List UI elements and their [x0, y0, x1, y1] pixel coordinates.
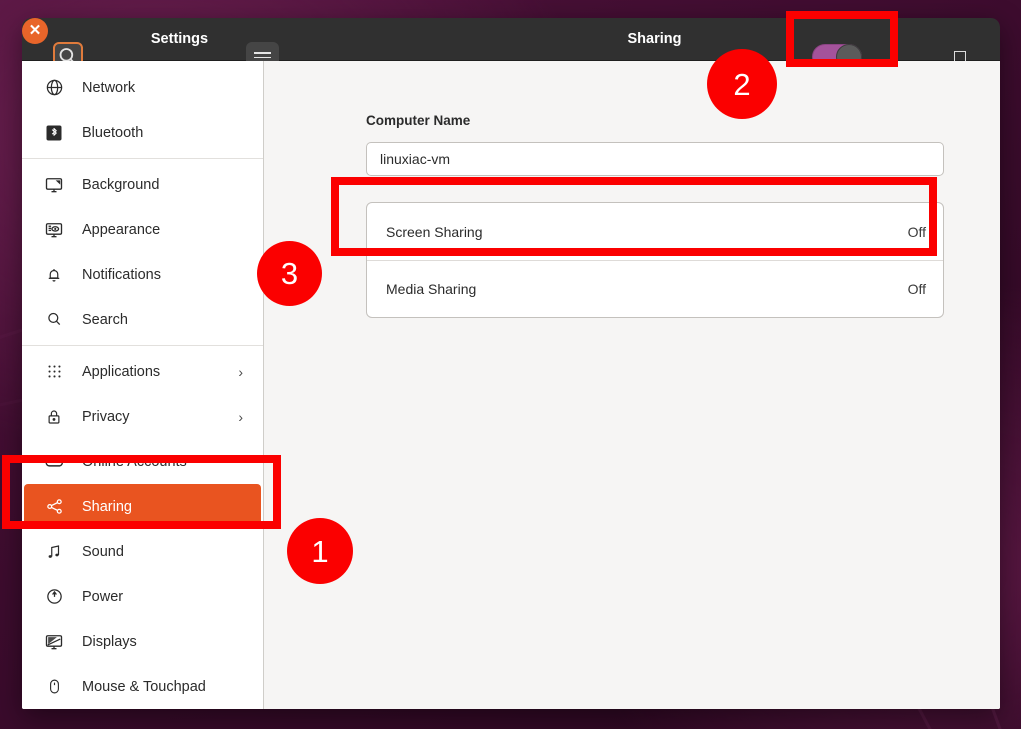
sidebar-item-displays[interactable]: Displays [24, 619, 261, 664]
monitor-icon [42, 173, 66, 197]
cloud-icon [42, 450, 66, 474]
sidebar-item-label: Sharing [82, 498, 132, 515]
annotation-badge-1: 1 [287, 518, 353, 584]
computer-name-input[interactable]: linuxiac-vm [366, 142, 944, 176]
sharing-options-list: Screen Sharing Off Media Sharing Off [366, 202, 944, 318]
window-body: Network Bluetooth Background Appearance … [22, 61, 1000, 709]
computer-name-label: Computer Name [366, 113, 471, 128]
bell-icon [42, 263, 66, 287]
close-icon: ✕ [28, 22, 42, 39]
screen-sharing-state: Off [907, 223, 926, 240]
sidebar-item-privacy[interactable]: Privacy › [24, 394, 261, 439]
lock-icon [42, 405, 66, 429]
sidebar-item-applications[interactable]: Applications › [24, 349, 261, 394]
bluetooth-icon [42, 121, 66, 145]
sidebar-item-sharing[interactable]: Sharing [24, 484, 261, 529]
annotation-badge-3: 3 [257, 241, 322, 306]
search-icon [42, 308, 66, 332]
screen-sharing-row[interactable]: Screen Sharing Off [367, 203, 943, 260]
sidebar-item-label: Privacy [82, 408, 130, 425]
screen-sharing-label: Screen Sharing [386, 223, 483, 240]
sidebar-item-online-accounts[interactable]: Online Accounts [24, 439, 261, 484]
sidebar-item-label: Notifications [82, 266, 161, 283]
sidebar-divider [22, 158, 263, 159]
sidebar-item-network[interactable]: Network [24, 65, 261, 110]
sidebar-item-label: Appearance [82, 221, 161, 238]
sidebar-item-label: Background [82, 176, 160, 193]
computer-name-value: linuxiac-vm [380, 151, 451, 167]
sharing-panel: Computer Name linuxiac-vm Screen Sharing… [265, 61, 1000, 709]
sidebar-item-label: Applications [82, 363, 161, 380]
chevron-right-icon: › [238, 408, 243, 425]
sidebar-divider [22, 345, 263, 346]
sidebar-item-label: Search [82, 311, 128, 328]
sidebar-item-label: Mouse & Touchpad [82, 678, 206, 695]
annotation-badge-2: 2 [707, 49, 777, 119]
sidebar-item-label: Displays [82, 633, 137, 650]
settings-sidebar: Network Bluetooth Background Appearance … [22, 61, 264, 709]
chevron-right-icon: › [238, 363, 243, 380]
page-title: Sharing [627, 31, 682, 47]
settings-window: Settings Sharing ✕ Network Bluetooth Bac… [22, 18, 1000, 709]
sidebar-item-label: Network [82, 79, 136, 96]
share-nodes-icon [42, 495, 66, 519]
sidebar-item-sound[interactable]: Sound [24, 529, 261, 574]
power-icon [42, 585, 66, 609]
globe-icon [42, 76, 66, 100]
sidebar-item-label: Online Accounts [82, 453, 187, 470]
sidebar-item-bluetooth[interactable]: Bluetooth [24, 110, 261, 155]
window-titlebar: Settings Sharing ✕ [22, 18, 1000, 72]
sidebar-item-search[interactable]: Search [24, 297, 261, 342]
grid-dots-icon [42, 360, 66, 384]
sidebar-item-mouse-touchpad[interactable]: Mouse & Touchpad [24, 664, 261, 709]
displays-icon [42, 630, 66, 654]
mouse-icon [42, 675, 66, 699]
sidebar-item-appearance[interactable]: Appearance [24, 207, 261, 252]
music-note-icon [42, 540, 66, 564]
appearance-icon [42, 218, 66, 242]
sidebar-item-background[interactable]: Background [24, 162, 261, 207]
sidebar-item-label: Sound [82, 543, 124, 560]
hamburger-menu-icon-line [254, 56, 271, 59]
sidebar-item-label: Power [82, 588, 124, 605]
hamburger-menu-icon [254, 52, 271, 54]
sidebar-item-label: Bluetooth [82, 124, 144, 141]
close-button[interactable]: ✕ [22, 18, 48, 44]
window-title-settings: Settings [150, 31, 209, 47]
media-sharing-state: Off [907, 281, 926, 297]
sidebar-item-notifications[interactable]: Notifications [24, 252, 261, 297]
media-sharing-row[interactable]: Media Sharing Off [367, 260, 943, 317]
media-sharing-label: Media Sharing [386, 281, 477, 297]
sidebar-item-power[interactable]: Power [24, 574, 261, 619]
